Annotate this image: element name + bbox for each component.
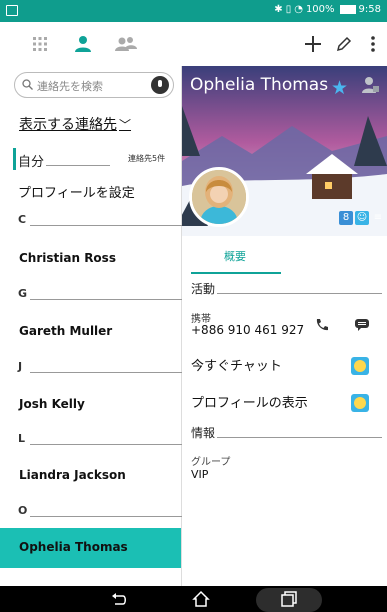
section-title: 情報 xyxy=(191,426,216,440)
contact-avatar[interactable] xyxy=(189,167,249,227)
contact-name: Gareth Muller xyxy=(19,324,113,338)
divider xyxy=(30,225,182,226)
battery-icon xyxy=(339,5,356,14)
divider xyxy=(217,437,382,438)
divider xyxy=(30,516,182,517)
vibrate-icon: ▯ xyxy=(285,4,292,15)
info-section-header: 情報 xyxy=(191,424,382,440)
app-bar xyxy=(0,22,387,66)
tab-overview[interactable]: 概要 xyxy=(191,242,281,274)
group-label: グループ xyxy=(191,457,231,468)
wifi-icon: ◔ xyxy=(294,4,303,15)
self-row[interactable]: 自分 連絡先5件 xyxy=(0,148,182,170)
set-profile-link[interactable]: プロフィールを設定 xyxy=(18,182,135,201)
divider xyxy=(46,165,110,166)
divider xyxy=(217,293,382,294)
back-icon[interactable] xyxy=(110,590,128,608)
contact-list-pane: 連絡先を検索 表示する連絡先 ﹀ 自分 連絡先5件 プロフィールを設定 C Ch… xyxy=(0,66,182,586)
view-profile-row[interactable]: プロフィールの表示 xyxy=(191,392,381,416)
self-indicator xyxy=(13,148,16,170)
groups-tab-icon[interactable] xyxy=(113,30,139,58)
group-field: グループ VIP xyxy=(191,453,230,481)
message-icon[interactable] xyxy=(355,319,369,331)
search-placeholder: 連絡先を検索 xyxy=(37,80,103,93)
contact-row-ophelia-thomas[interactable]: Ophelia Thomas xyxy=(0,528,181,568)
phone-number: +886 910 461 927 xyxy=(191,323,305,337)
google-plus-badge-icon: 8 xyxy=(339,211,353,225)
voice-search-icon[interactable] xyxy=(151,76,169,94)
phone-row[interactable]: 携帯 +886 910 461 927 xyxy=(191,310,381,344)
status-bar: ✱ ▯ ◔ 100% 9:58 xyxy=(0,0,387,22)
section-title: 活動 xyxy=(191,282,216,296)
add-icon[interactable] xyxy=(302,30,324,58)
group-value: VIP xyxy=(191,468,209,481)
section-header-l: L xyxy=(18,432,182,450)
edit-icon[interactable] xyxy=(333,30,355,58)
contact-name: Liandra Jackson xyxy=(19,468,126,482)
contact-row-gareth-muller[interactable]: Gareth Muller xyxy=(0,312,181,352)
activity-section-header: 活動 xyxy=(191,280,382,296)
contact-name: Josh Kelly xyxy=(19,397,85,411)
contact-name: Christian Ross xyxy=(19,251,116,265)
link-contact-icon[interactable] xyxy=(361,76,379,98)
home-icon[interactable] xyxy=(192,590,210,608)
call-icon[interactable] xyxy=(315,318,329,332)
chat-badge-icon: ☺ xyxy=(355,211,369,225)
dialpad-icon[interactable] xyxy=(29,30,51,58)
clock: 9:58 xyxy=(358,4,381,15)
tab-indicator xyxy=(191,272,281,274)
self-label: 自分 xyxy=(18,155,45,170)
chevron-down-icon: ﹀ xyxy=(119,117,132,132)
screenshot-icon xyxy=(6,5,18,16)
contact-name-header: Ophelia Thomas xyxy=(190,75,329,95)
list-badge-icon: ≡ xyxy=(373,212,383,223)
navigation-bar xyxy=(0,586,387,612)
section-header-c: C xyxy=(18,213,182,231)
contacts-to-display-filter[interactable]: 表示する連絡先 ﹀ xyxy=(19,114,131,134)
contact-row-liandra-jackson[interactable]: Liandra Jackson xyxy=(0,456,181,496)
search-field[interactable]: 連絡先を検索 xyxy=(14,72,174,98)
section-letter: C xyxy=(18,213,27,226)
contact-count: 連絡先5件 xyxy=(128,154,166,163)
section-header-j: J xyxy=(18,360,182,378)
contacts-tab-icon[interactable] xyxy=(71,30,95,58)
filter-label: 表示する連絡先 xyxy=(19,117,117,133)
favorite-star-icon[interactable]: ★ xyxy=(331,77,348,99)
chat-now-row[interactable]: 今すぐチャット xyxy=(191,355,381,379)
recent-apps-icon[interactable] xyxy=(280,590,298,608)
chat-app-icon[interactable] xyxy=(351,357,369,375)
chat-now-label: 今すぐチャット xyxy=(191,359,282,374)
battery-percent: 100% xyxy=(305,4,335,15)
divider xyxy=(30,299,182,300)
contact-row-christian-ross[interactable]: Christian Ross xyxy=(0,239,181,279)
divider xyxy=(30,372,182,373)
view-profile-label: プロフィールの表示 xyxy=(191,396,308,411)
search-icon xyxy=(22,79,33,90)
section-letter: O xyxy=(18,504,28,517)
section-letter: J xyxy=(18,360,23,373)
section-header-o: O xyxy=(18,504,182,522)
section-letter: L xyxy=(18,432,26,445)
tab-label: 概要 xyxy=(224,250,246,263)
section-header-g: G xyxy=(18,287,182,305)
profile-app-icon[interactable] xyxy=(351,394,369,412)
section-letter: G xyxy=(18,287,28,300)
status-icons: ✱ ▯ ◔ 100% 9:58 xyxy=(274,4,381,15)
more-menu-icon[interactable] xyxy=(366,30,380,58)
bluetooth-icon: ✱ xyxy=(274,4,283,15)
contact-name: Ophelia Thomas xyxy=(19,540,128,554)
contact-row-josh-kelly[interactable]: Josh Kelly xyxy=(0,385,181,425)
divider xyxy=(30,444,182,445)
